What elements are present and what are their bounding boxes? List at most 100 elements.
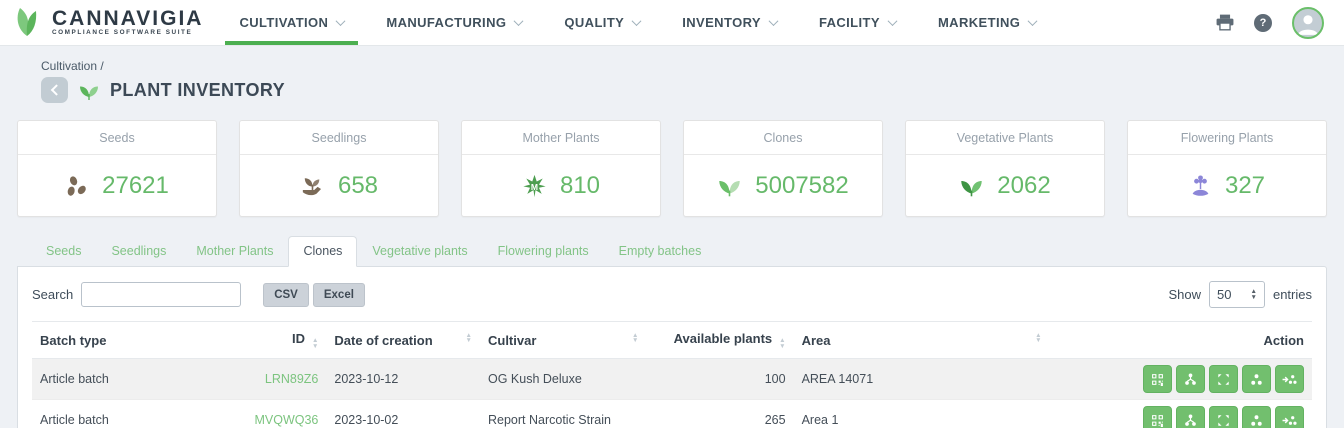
tab-seeds[interactable]: Seeds <box>31 236 96 267</box>
card-value: 5007582 <box>755 172 848 200</box>
table-body: Article batch LRN89Z6 2023-10-12 OG Kush… <box>32 359 1312 428</box>
brand-logo[interactable]: CANNAVIGIA COMPLIANCE SOFTWARE SUITE <box>0 0 225 45</box>
nav-item-inventory[interactable]: INVENTORY <box>668 0 791 45</box>
top-bar: CANNAVIGIA COMPLIANCE SOFTWARE SUITE CUL… <box>0 0 1344 46</box>
sitemap-icon[interactable] <box>1176 365 1205 393</box>
batch-id-link[interactable]: MVQWQ36 <box>254 413 318 427</box>
stat-card-clones: Clones 5007582 <box>683 120 883 217</box>
card-label: Flowering Plants <box>1128 121 1326 155</box>
select-arrows-icon: ▲▼ <box>1251 289 1257 300</box>
nav-item-quality[interactable]: QUALITY <box>550 0 654 45</box>
chevron-left-icon <box>50 84 61 95</box>
chevron-down-icon <box>514 16 524 26</box>
cannavigia-leaf-icon <box>14 6 44 40</box>
stat-card-seeds: Seeds 27621 <box>17 120 217 217</box>
plant-sprout-icon <box>78 80 100 100</box>
col-available-plants[interactable]: Available plants▲▼ <box>646 322 793 359</box>
help-icon[interactable]: ? <box>1254 14 1272 32</box>
cell-area: AREA 14071 <box>794 359 1050 400</box>
seedling-hand-icon <box>300 174 325 198</box>
chevron-down-icon <box>888 16 898 26</box>
stat-card-flowering-plants: Flowering Plants 327 <box>1127 120 1327 217</box>
table-row: Article batch MVQWQ36 2023-10-02 Report … <box>32 400 1312 428</box>
stat-card-mother-plants: Mother Plants M 810 <box>461 120 661 217</box>
tab-vegetative-plants[interactable]: Vegetative plants <box>357 236 482 267</box>
nav-item-manufacturing[interactable]: MANUFACTURING <box>372 0 536 45</box>
printer-icon[interactable] <box>1216 14 1234 31</box>
nav-item-marketing[interactable]: MARKETING <box>924 0 1050 45</box>
chevron-down-icon <box>769 16 779 26</box>
nav-item-cultivation[interactable]: CULTIVATION <box>225 0 358 45</box>
table-row: Article batch LRN89Z6 2023-10-12 OG Kush… <box>32 359 1312 400</box>
col-action: Action <box>1050 322 1312 359</box>
user-avatar[interactable] <box>1292 7 1324 39</box>
search-label: Search <box>32 287 73 302</box>
vegetative-sprout-icon <box>959 174 984 197</box>
sort-icon: ▲▼ <box>779 338 785 349</box>
card-label: Seedlings <box>240 121 438 155</box>
group-icon[interactable] <box>1242 406 1271 428</box>
cell-id: LRN89Z6 <box>230 359 326 400</box>
main-nav: CULTIVATION MANUFACTURING QUALITY INVENT… <box>225 0 1064 45</box>
page-size-select[interactable]: 50 ▲▼ <box>1209 281 1265 308</box>
show-label: Show <box>1168 287 1201 302</box>
card-label: Seeds <box>18 121 216 155</box>
chevron-down-icon <box>336 16 346 26</box>
tab-clones[interactable]: Clones <box>288 236 357 267</box>
cell-cultivar: OG Kush Deluxe <box>480 359 646 400</box>
cell-area: Area 1 <box>794 400 1050 428</box>
group-icon[interactable] <box>1242 365 1271 393</box>
move-batch-icon[interactable] <box>1275 406 1304 428</box>
chevron-down-icon <box>632 16 642 26</box>
search-input[interactable] <box>81 282 241 307</box>
entries-label: entries <box>1273 287 1312 302</box>
card-value: 810 <box>560 172 600 200</box>
back-button[interactable] <box>41 77 68 103</box>
col-date-of-creation[interactable]: Date of creation▲▼ <box>326 322 480 359</box>
qr-code-icon[interactable] <box>1143 406 1172 428</box>
move-batch-icon[interactable] <box>1275 365 1304 393</box>
col-cultivar[interactable]: Cultivar▲▼ <box>480 322 646 359</box>
cell-date: 2023-10-12 <box>326 359 480 400</box>
cell-date: 2023-10-02 <box>326 400 480 428</box>
clones-table-panel: Search CSV Excel Show 50 ▲▼ entries <box>17 266 1327 428</box>
sort-icon: ▲▼ <box>632 333 638 344</box>
col-id[interactable]: ID▲▼ <box>230 322 326 359</box>
csv-export-button[interactable]: CSV <box>263 283 309 307</box>
tab-mother-plants[interactable]: Mother Plants <box>181 236 288 267</box>
svg-text:M: M <box>531 181 538 191</box>
clones-table: Batch type ID▲▼ Date of creation▲▼ Culti… <box>32 321 1312 428</box>
col-batch-type[interactable]: Batch type <box>32 322 230 359</box>
inventory-tabs: Seeds Seedlings Mother Plants Clones Veg… <box>17 236 1327 266</box>
sort-icon: ▲▼ <box>1035 333 1041 344</box>
tab-flowering-plants[interactable]: Flowering plants <box>483 236 604 267</box>
cell-batch-type: Article batch <box>32 359 230 400</box>
nav-item-facility[interactable]: FACILITY <box>805 0 910 45</box>
batch-id-link[interactable]: LRN89Z6 <box>265 372 319 386</box>
col-area[interactable]: Area▲▼ <box>794 322 1050 359</box>
seeds-icon <box>65 174 89 198</box>
row-actions <box>1058 365 1304 393</box>
card-value: 2062 <box>997 172 1050 200</box>
cell-cultivar: Report Narcotic Strain <box>480 400 646 428</box>
cell-available: 100 <box>646 359 793 400</box>
stat-cards: Seeds 27621 Seedlings 658 <box>17 120 1327 217</box>
cell-available: 265 <box>646 400 793 428</box>
mother-leaf-icon: M <box>522 174 547 198</box>
sitemap-icon[interactable] <box>1176 406 1205 428</box>
excel-export-button[interactable]: Excel <box>313 283 365 307</box>
card-value: 327 <box>1225 172 1265 200</box>
qr-code-icon[interactable] <box>1143 365 1172 393</box>
card-label: Mother Plants <box>462 121 660 155</box>
cell-id: MVQWQ36 <box>230 400 326 428</box>
breadcrumb[interactable]: Cultivation / <box>41 59 1327 73</box>
sort-icon: ▲▼ <box>466 333 472 344</box>
tab-seedlings[interactable]: Seedlings <box>96 236 181 267</box>
tab-empty-batches[interactable]: Empty batches <box>604 236 717 267</box>
row-actions <box>1058 406 1304 428</box>
card-label: Vegetative Plants <box>906 121 1104 155</box>
card-label: Clones <box>684 121 882 155</box>
split-batch-icon[interactable] <box>1209 365 1238 393</box>
clone-sprout-icon <box>717 174 742 197</box>
split-batch-icon[interactable] <box>1209 406 1238 428</box>
